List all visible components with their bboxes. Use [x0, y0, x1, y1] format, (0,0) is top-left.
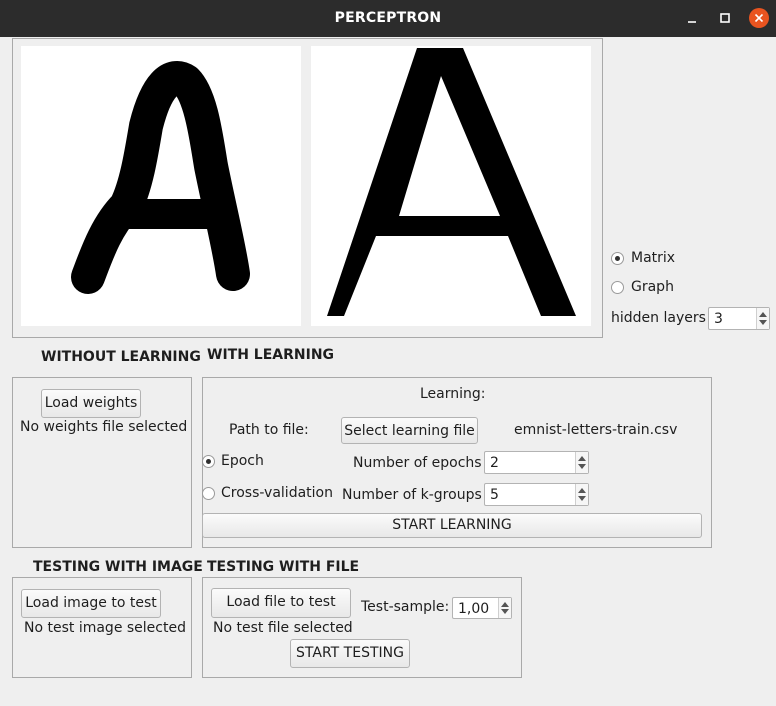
maximize-icon[interactable] — [715, 8, 735, 28]
test-sample-label: Test-sample: — [361, 599, 450, 615]
title-bar: PERCEPTRON — [0, 0, 776, 37]
weights-status: No weights file selected — [20, 419, 188, 435]
epochs-label: Number of epochs — [353, 455, 482, 471]
kgroups-spinbox[interactable]: 5 — [484, 483, 589, 506]
select-learning-file-button[interactable]: Select learning file — [341, 417, 478, 444]
spin-down-icon[interactable] — [578, 496, 586, 501]
graph-radio[interactable] — [611, 281, 624, 294]
load-image-button[interactable]: Load image to test — [21, 589, 161, 618]
window-title: PERCEPTRON — [334, 10, 442, 26]
test-sample-spinbox[interactable]: 1,00 — [452, 597, 512, 619]
start-learning-button[interactable]: START LEARNING — [202, 513, 702, 538]
epochs-value: 2 — [490, 455, 499, 471]
cross-validation-radio[interactable] — [202, 487, 215, 500]
with-learning-heading: WITH LEARNING — [207, 347, 335, 363]
hidden-layers-label: hidden layers — [611, 310, 706, 326]
reference-letter-a — [327, 48, 576, 316]
load-file-button[interactable]: Load file to test — [211, 588, 351, 618]
minimize-icon[interactable] — [682, 8, 702, 28]
epoch-label: Epoch — [221, 453, 264, 469]
test-file-status: No test file selected — [213, 620, 353, 636]
close-icon[interactable] — [749, 8, 769, 28]
hidden-layers-value: 3 — [714, 311, 723, 327]
learning-label: Learning: — [420, 386, 486, 402]
spin-up-icon[interactable] — [501, 602, 509, 607]
learning-file-name: emnist-letters-train.csv — [514, 422, 678, 438]
matrix-radio[interactable] — [611, 252, 624, 265]
start-testing-button[interactable]: START TESTING — [290, 639, 410, 668]
kgroups-label: Number of k-groups — [342, 487, 482, 503]
handwritten-a-drawing — [71, 61, 250, 294]
drawing-canvas[interactable] — [21, 46, 301, 326]
spin-down-icon[interactable] — [578, 464, 586, 469]
test-sample-value: 1,00 — [458, 601, 490, 617]
graph-label: Graph — [631, 279, 674, 295]
image-status: No test image selected — [24, 620, 186, 636]
spin-down-icon[interactable] — [501, 609, 509, 614]
matrix-label: Matrix — [631, 250, 676, 266]
load-weights-button[interactable]: Load weights — [41, 389, 141, 418]
testing-image-heading: TESTING WITH IMAGE — [33, 559, 203, 575]
cross-validation-label: Cross-validation — [221, 485, 333, 501]
spin-up-icon[interactable] — [759, 312, 767, 317]
spin-up-icon[interactable] — [578, 488, 586, 493]
testing-file-heading: TESTING WITH FILE — [207, 559, 360, 575]
without-learning-heading: WITHOUT LEARNING — [41, 349, 201, 365]
path-label: Path to file: — [229, 422, 309, 438]
reference-letter-canvas — [311, 46, 591, 326]
epoch-radio[interactable] — [202, 455, 215, 468]
hidden-layers-spinbox[interactable]: 3 — [708, 307, 770, 330]
spin-down-icon[interactable] — [759, 320, 767, 325]
kgroups-value: 5 — [490, 487, 499, 503]
spin-up-icon[interactable] — [578, 456, 586, 461]
epochs-spinbox[interactable]: 2 — [484, 451, 589, 474]
